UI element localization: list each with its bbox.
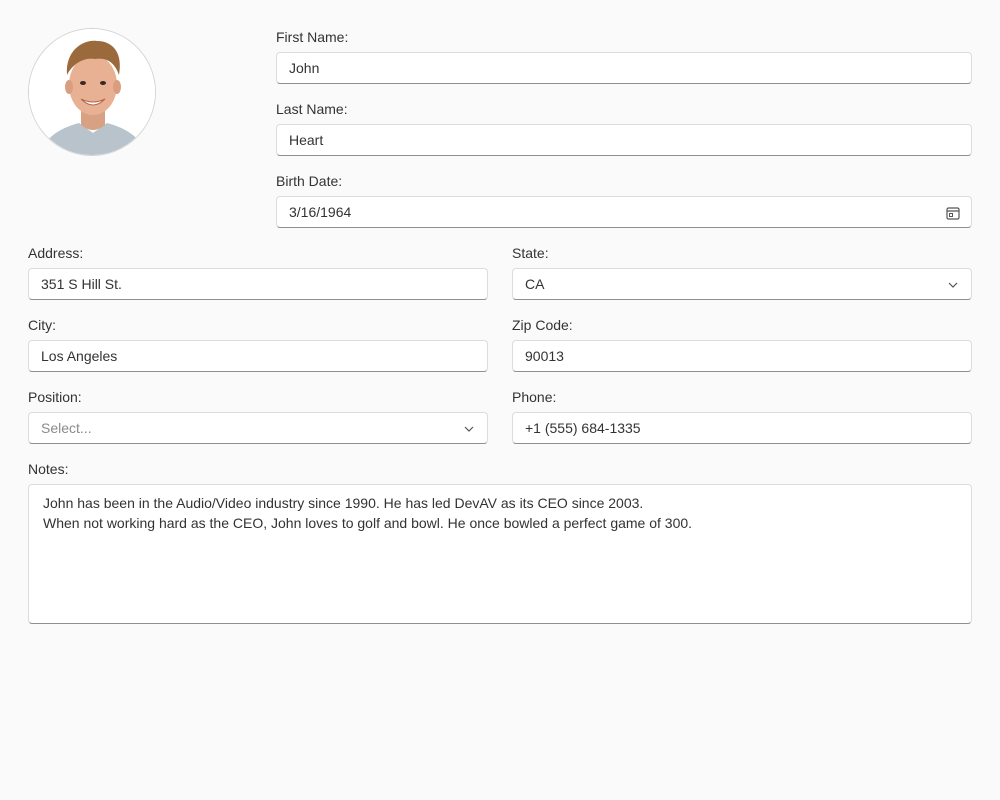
zip-code-label: Zip Code: bbox=[512, 317, 573, 333]
city-input[interactable]: Los Angeles bbox=[28, 340, 488, 372]
employee-photo bbox=[28, 28, 156, 156]
birth-date-value: 3/16/1964 bbox=[289, 204, 352, 220]
address-label: Address: bbox=[28, 245, 84, 261]
first-name-label: First Name: bbox=[276, 29, 349, 45]
notes-line: John has been in the Audio/Video industr… bbox=[43, 495, 644, 511]
calendar-icon[interactable] bbox=[945, 205, 961, 221]
first-name-input[interactable]: John bbox=[276, 52, 972, 84]
state-select[interactable]: CA bbox=[512, 268, 972, 300]
notes-label: Notes: bbox=[28, 461, 69, 477]
chevron-down-icon[interactable] bbox=[945, 277, 961, 293]
notes-textarea[interactable]: John has been in the Audio/Video industr… bbox=[28, 484, 972, 624]
notes-line: When not working hard as the CEO, John l… bbox=[43, 515, 693, 531]
phone-input[interactable]: +1 (555) 684-1335 bbox=[512, 412, 972, 444]
position-label: Position: bbox=[28, 389, 82, 405]
last-name-label: Last Name: bbox=[276, 101, 348, 117]
birth-date-label: Birth Date: bbox=[276, 173, 343, 189]
phone-label: Phone: bbox=[512, 389, 557, 405]
state-value: CA bbox=[525, 276, 545, 292]
birth-date-input[interactable]: 3/16/1964 bbox=[276, 196, 972, 228]
city-label: City: bbox=[28, 317, 56, 333]
chevron-down-icon[interactable] bbox=[461, 421, 477, 437]
state-label: State: bbox=[512, 245, 549, 261]
position-placeholder: Select... bbox=[41, 420, 92, 436]
person-photo-icon bbox=[29, 29, 155, 155]
address-input[interactable]: 351 S Hill St. bbox=[28, 268, 488, 300]
position-select[interactable]: Select... bbox=[28, 412, 488, 444]
zip-code-input[interactable]: 90013 bbox=[512, 340, 972, 372]
last-name-input[interactable]: Heart bbox=[276, 124, 972, 156]
